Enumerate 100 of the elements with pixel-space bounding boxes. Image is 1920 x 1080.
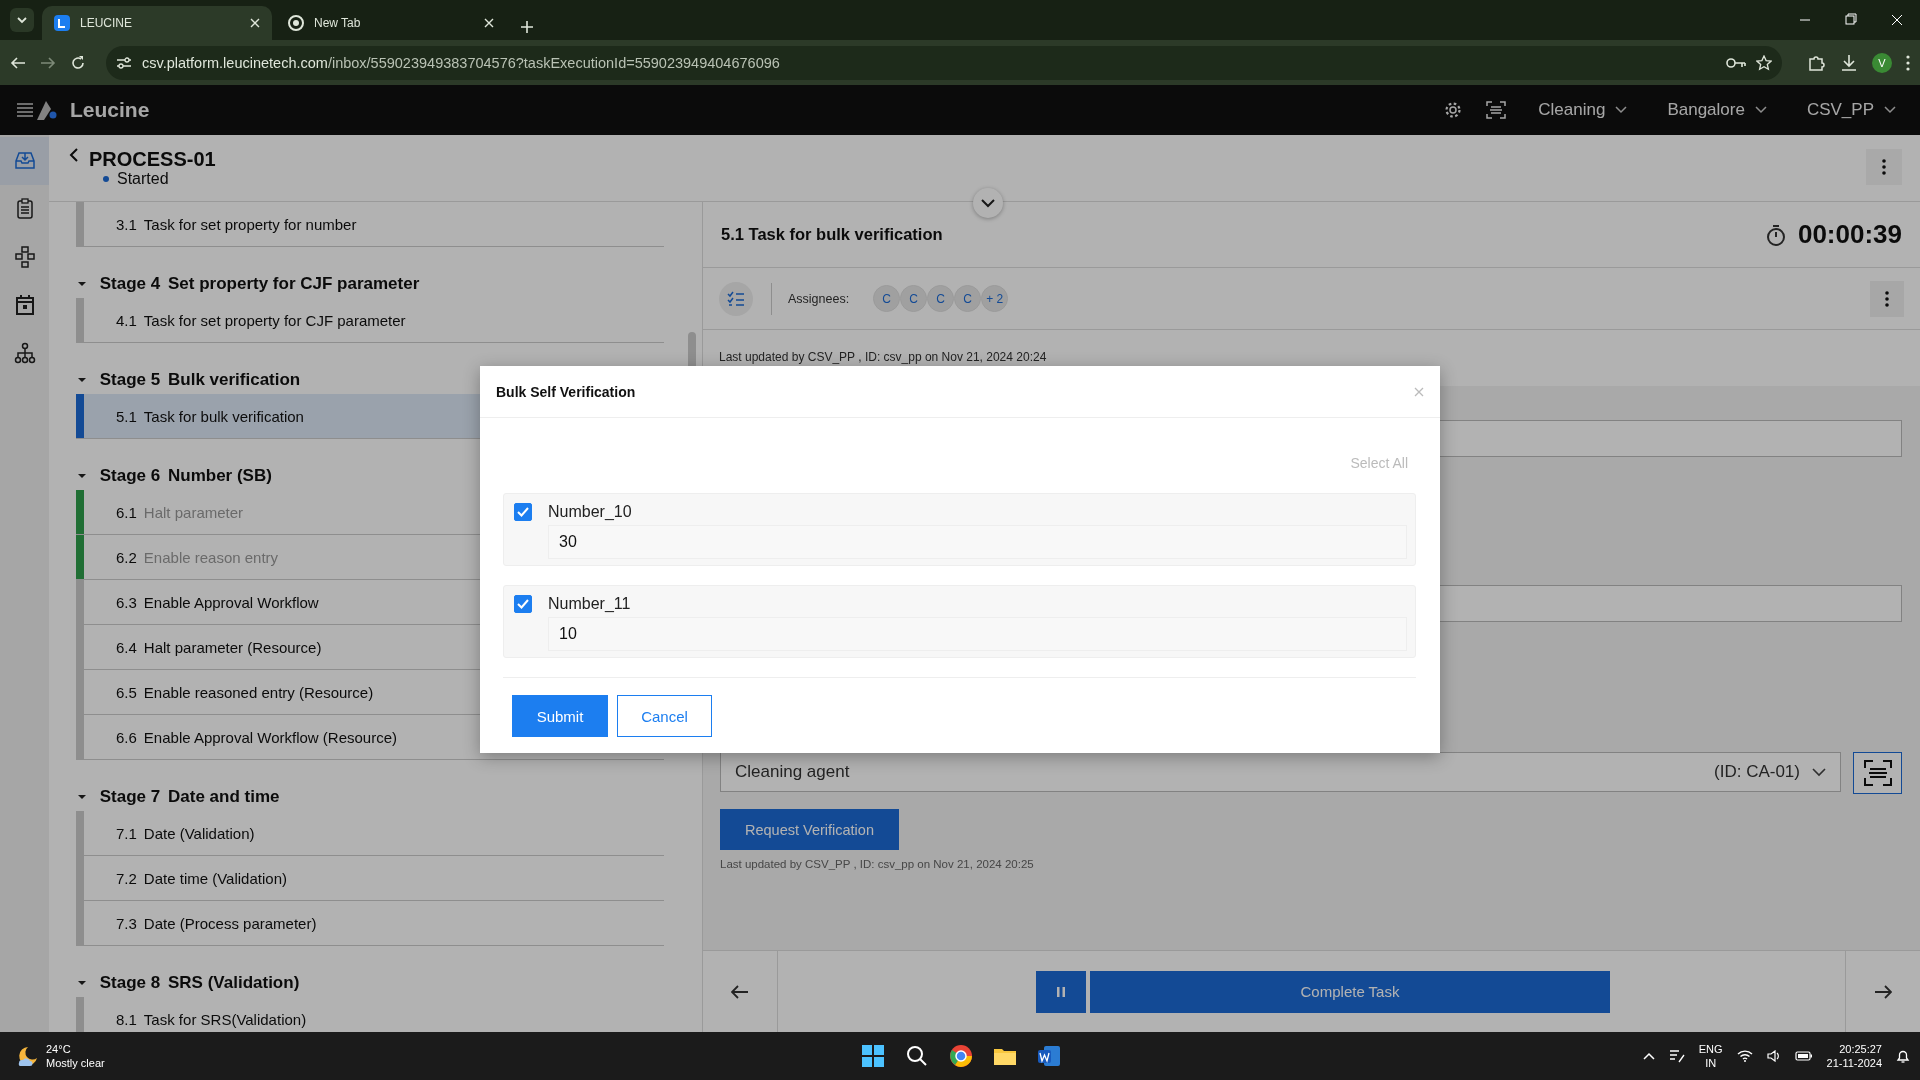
task-number: 6.1 xyxy=(116,503,137,521)
calendar-icon xyxy=(13,294,36,316)
browser-tab[interactable]: LEUCINE xyxy=(42,6,272,40)
notification-bell-icon[interactable] xyxy=(1896,1049,1910,1063)
stage-name: Date and time xyxy=(168,787,280,807)
checkmark-icon xyxy=(517,599,529,609)
scan-frame-icon[interactable] xyxy=(1486,101,1507,119)
task-number: 8.1 xyxy=(116,1010,137,1028)
task-item[interactable]: 4.1 Task for set property for CJF parameter xyxy=(76,298,664,343)
task-name: Halt parameter (Resource) xyxy=(143,638,322,656)
task-name: Date time (Validation) xyxy=(143,869,287,887)
header-dropdown[interactable]: Cleaning xyxy=(1530,100,1636,120)
resource-dropdown[interactable]: Cleaning agent (ID: CA-01) xyxy=(720,752,1841,792)
stage-label: Stage 4 xyxy=(98,274,162,294)
close-icon[interactable] xyxy=(250,18,260,28)
cancel-button[interactable]: Cancel xyxy=(617,695,712,737)
task-number: 6.2 xyxy=(116,548,137,566)
value-field: 10 xyxy=(548,617,1407,651)
puzzle-piece-icon[interactable] xyxy=(1808,53,1826,72)
complete-task-button[interactable]: Complete Task xyxy=(1090,970,1610,1013)
checklist-button[interactable] xyxy=(719,281,753,316)
moon-cloud-icon xyxy=(16,1045,38,1067)
pen-menu-icon[interactable] xyxy=(1668,1049,1685,1063)
menu-icon[interactable] xyxy=(16,103,34,117)
task-item[interactable]: 7.3 Date (Process parameter) xyxy=(76,901,664,946)
task-name: Enable Approval Workflow (Resource) xyxy=(143,728,398,746)
stage-header[interactable]: Stage 6 Number (SB) xyxy=(76,439,664,490)
language-indicator[interactable]: ENG IN xyxy=(1698,1042,1723,1070)
profile-avatar[interactable]: V xyxy=(1872,52,1892,73)
task-title: 5.1 Task for bulk verification xyxy=(721,225,943,244)
parameter-label: Number_11 xyxy=(548,594,632,614)
stage-label: Stage 6 xyxy=(98,466,162,486)
stage-header[interactable]: Stage 7 Date and time xyxy=(76,760,664,811)
reload-icon[interactable] xyxy=(70,54,86,71)
scan-frame-icon xyxy=(1863,760,1892,786)
task-number: 6.5 xyxy=(116,683,137,701)
chevron-down-icon xyxy=(981,198,995,208)
key-icon[interactable] xyxy=(1726,56,1746,69)
address-bar[interactable]: csv.platform.leucinetech.com/inbox/559023949383704576?taskExecutionId=559023949404676096 xyxy=(106,45,1782,80)
stage-header[interactable]: Stage 4 Set property for CJF parameter xyxy=(76,247,664,298)
task-number: 6.3 xyxy=(116,593,137,611)
settings-icon[interactable] xyxy=(1444,101,1463,119)
scan-button[interactable] xyxy=(1853,752,1902,794)
task-item[interactable]: 7.1 Date (Validation) xyxy=(76,811,664,856)
checkbox[interactable] xyxy=(514,503,532,521)
stage-name: Number (SB) xyxy=(168,466,272,486)
task-name: Date (Process parameter) xyxy=(143,914,317,932)
more-vertical-icon[interactable] xyxy=(1906,54,1910,71)
close-icon[interactable] xyxy=(484,18,494,28)
browser-tab[interactable]: New Tab xyxy=(276,6,506,40)
more-vertical-icon xyxy=(1882,159,1886,175)
plus-icon[interactable] xyxy=(520,20,534,34)
stage-label: Stage 8 xyxy=(98,973,162,993)
stage-name: Bulk verification xyxy=(168,370,301,390)
process-title: PROCESS-01 xyxy=(89,148,216,170)
brand-logo-icon xyxy=(34,99,58,121)
caret-down-icon xyxy=(78,376,86,384)
collapse-button[interactable] xyxy=(973,188,1003,218)
stage-label: Stage 5 xyxy=(98,370,162,390)
more-options-button[interactable] xyxy=(1866,149,1902,185)
header-dropdown[interactable]: CSV_PP xyxy=(1798,100,1904,120)
status-dot xyxy=(103,176,109,182)
back-arrow-icon[interactable] xyxy=(10,54,26,71)
brand-name: Leucine xyxy=(70,98,150,122)
more-options-button[interactable] xyxy=(1870,280,1904,317)
request-verification-button[interactable]: Request Verification xyxy=(720,809,899,850)
inbox-icon xyxy=(13,150,36,172)
header-dropdown[interactable]: Bangalore xyxy=(1659,100,1775,120)
url-text: csv.platform.leucinetech.com/inbox/559023949383704576?taskExecutionId=559023949404676096 xyxy=(142,54,781,71)
caret-down-icon xyxy=(78,979,86,987)
hierarchy-icon xyxy=(13,342,36,364)
checkbox[interactable] xyxy=(514,595,532,613)
chevron-down-icon xyxy=(1754,106,1767,114)
task-number: 7.3 xyxy=(116,914,137,932)
stage-name: Set property for CJF parameter xyxy=(168,274,420,294)
caret-down-icon xyxy=(78,472,86,480)
globe-icon xyxy=(288,15,304,31)
pause-button[interactable] xyxy=(1036,970,1086,1013)
task-number: 6.4 xyxy=(116,638,137,656)
task-item[interactable]: 3.1 Task for set property for number xyxy=(76,202,664,247)
temperature-text: 24°C xyxy=(46,1042,72,1056)
download-icon[interactable] xyxy=(1840,53,1858,72)
submit-button[interactable]: Submit xyxy=(512,695,608,737)
checkmark-icon xyxy=(517,507,529,517)
chevron-up-icon[interactable] xyxy=(1642,1052,1655,1060)
task-item[interactable]: 7.2 Date time (Validation) xyxy=(76,856,664,901)
task-number: 6.6 xyxy=(116,728,137,746)
stage-label: Stage 7 xyxy=(98,787,162,807)
speaker-icon[interactable] xyxy=(1766,1050,1781,1062)
tab-list-button[interactable] xyxy=(10,8,34,32)
clock[interactable]: 20:25:27 21-11-2024 xyxy=(1826,1042,1882,1070)
stage-header[interactable]: Stage 8 SRS (Validation) xyxy=(76,946,664,997)
battery-icon[interactable] xyxy=(1794,1051,1813,1061)
wifi-icon[interactable] xyxy=(1736,1050,1753,1062)
forward-arrow-icon[interactable] xyxy=(40,54,56,71)
task-name: Enable reason entry xyxy=(143,548,279,566)
task-name: Halt parameter xyxy=(143,503,244,521)
task-name: Task for set property for number xyxy=(143,215,357,233)
star-icon[interactable] xyxy=(1756,54,1772,71)
back-chevron-icon[interactable] xyxy=(69,148,79,162)
